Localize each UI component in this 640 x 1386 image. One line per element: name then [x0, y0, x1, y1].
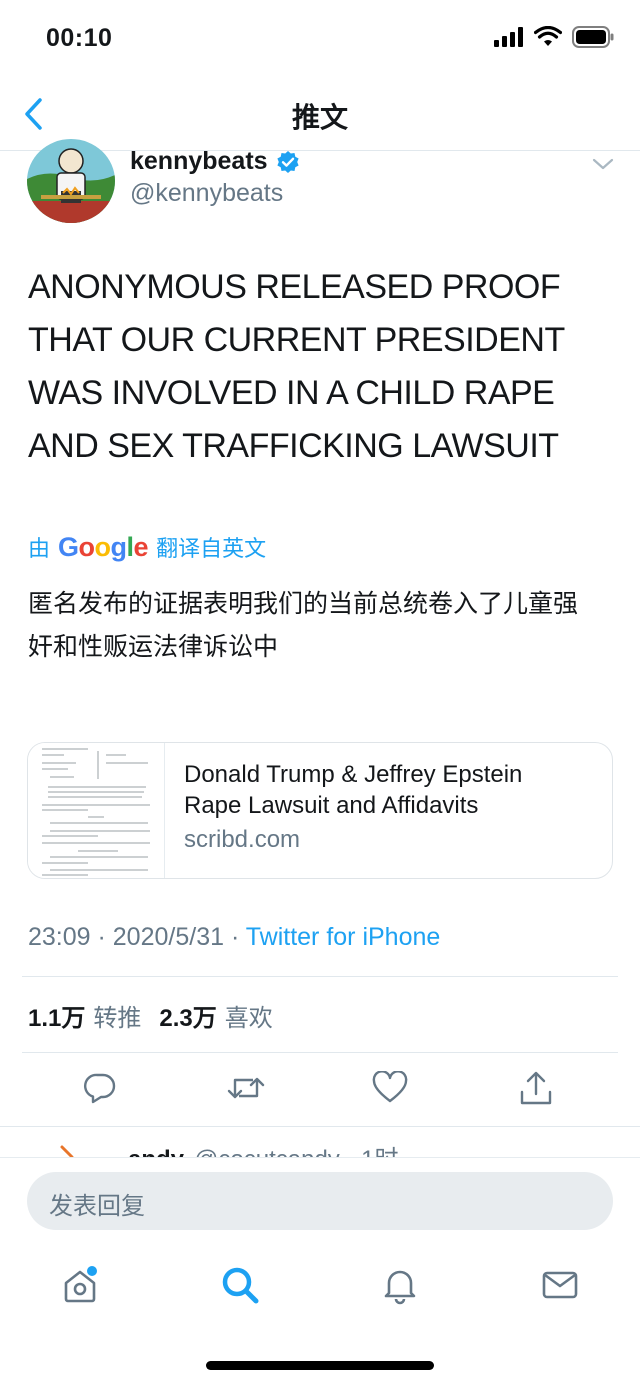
- like-button[interactable]: [368, 1066, 412, 1110]
- notifications-icon: [384, 1270, 416, 1305]
- tweet-meta: 23:09 · 2020/5/31 · Twitter for iPhone: [28, 923, 440, 952]
- chevron-down-icon: [592, 158, 614, 170]
- tweet-menu-button[interactable]: [592, 157, 614, 176]
- wifi-icon: [534, 26, 562, 46]
- reply-icon: [84, 1073, 116, 1104]
- heart-icon: [372, 1071, 408, 1103]
- reply-input[interactable]: 发表回复: [27, 1172, 613, 1230]
- tweet-text-line: WAS INVOLVED IN A CHILD RAPE: [28, 374, 555, 412]
- likes-count[interactable]: 2.3万: [159, 998, 216, 1033]
- divider: [22, 1052, 618, 1053]
- tab-bar: [0, 1255, 640, 1315]
- status-bar: 00:10: [0, 0, 640, 80]
- tweet-text-line: AND SEX TRAFFICKING LAWSUIT: [28, 427, 559, 465]
- tab-messages[interactable]: [538, 1263, 582, 1307]
- cellular-signal-icon: [494, 27, 523, 47]
- nav-bar: 推文: [0, 80, 640, 151]
- link-card[interactable]: Donald Trump & Jeffrey Epstein Rape Laws…: [27, 742, 613, 879]
- tweet-actions: [0, 1062, 640, 1122]
- retweets-count[interactable]: 1.1万: [28, 998, 85, 1033]
- page-title: 推文: [291, 102, 348, 133]
- translated-text-line: 匿名发布的证据表明我们的当前总统卷入了儿童强: [28, 590, 579, 618]
- tweet-date: 2020/5/31: [112, 923, 224, 951]
- avatar-image: [27, 139, 115, 223]
- card-title: Donald Trump & Jeffrey Epstein Rape Laws…: [184, 759, 594, 821]
- meta-separator: ·: [224, 923, 246, 951]
- card-title-line: Donald Trump & Jeffrey Epstein: [184, 761, 523, 788]
- card-domain: scribd.com: [184, 826, 301, 853]
- retweet-icon: [227, 1077, 265, 1099]
- tweet-text: ANONYMOUS RELEASED PROOF THAT OUR CURREN…: [28, 261, 618, 473]
- document-thumbnail: [28, 743, 165, 878]
- translate-prefix: 由: [28, 536, 51, 561]
- share-button[interactable]: [514, 1066, 558, 1110]
- status-time: 00:10: [46, 24, 113, 52]
- author-display-name[interactable]: kennybeats: [130, 147, 268, 176]
- tab-search[interactable]: [218, 1263, 262, 1307]
- reply-button[interactable]: [78, 1066, 122, 1110]
- tweet-source-link[interactable]: Twitter for iPhone: [246, 923, 441, 951]
- divider: [22, 976, 618, 977]
- avatar[interactable]: [27, 139, 115, 223]
- translated-text-line: 奸和性贩运法律诉讼中: [28, 633, 279, 661]
- tweet-stats: 1.1万 转推 2.3万 喜欢: [28, 998, 291, 1033]
- translate-suffix: 翻译自英文: [156, 536, 267, 561]
- card-title-line: Rape Lawsuit and Affidavits: [184, 792, 479, 819]
- bottom-bar: 发表回复: [0, 1157, 640, 1386]
- translated-text: 匿名发布的证据表明我们的当前总统卷入了儿童强 奸和性贩运法律诉讼中: [28, 583, 618, 669]
- search-icon: [222, 1267, 259, 1304]
- next-reply-peek[interactable]: andy @cocutcandy · 1时: [0, 1126, 640, 1161]
- translate-attribution[interactable]: 由 Google 翻译自英文: [28, 531, 266, 563]
- battery-icon: [572, 26, 614, 48]
- tweet-text-line: THAT OUR CURRENT PRESIDENT: [28, 321, 565, 359]
- status-icons: [494, 26, 614, 48]
- tab-notifications[interactable]: [378, 1263, 422, 1307]
- reply-placeholder: 发表回复: [49, 1193, 145, 1220]
- document-preview-image: [42, 748, 150, 876]
- google-logo: Google: [58, 531, 149, 562]
- tweet-time: 23:09: [28, 923, 91, 951]
- retweets-label[interactable]: 转推: [93, 998, 141, 1033]
- meta-separator: ·: [90, 923, 113, 951]
- likes-label[interactable]: 喜欢: [225, 998, 273, 1033]
- retweet-button[interactable]: [224, 1066, 268, 1110]
- home-indicator: [206, 1361, 434, 1370]
- author-handle[interactable]: @kennybeats: [130, 179, 283, 208]
- author-name-row[interactable]: kennybeats: [130, 147, 300, 176]
- tweet-text-line: ANONYMOUS RELEASED PROOF: [28, 268, 561, 306]
- tab-home[interactable]: [58, 1263, 102, 1307]
- home-icon: [64, 1266, 97, 1303]
- messages-icon: [542, 1271, 578, 1299]
- verified-badge-icon: [276, 150, 299, 173]
- share-icon: [520, 1071, 552, 1105]
